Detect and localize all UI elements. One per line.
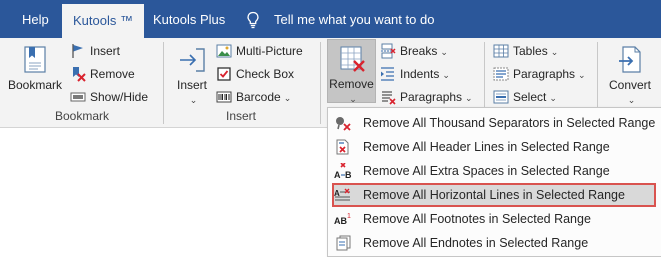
breaks-button[interactable]: Breaks ⌄ [380,41,480,61]
show-hide-bookmark-button[interactable]: Show/Hide [70,87,160,107]
ribbon-tab-bar: Help Kutools ™ Kutools Plus Tell me what… [0,0,661,38]
menu-item-remove-horizontal-lines[interactable]: A Remove All Horizontal Lines in Selecte… [332,183,656,207]
svg-text:A: A [334,170,341,179]
menu-item-remove-footnotes[interactable]: AB 1 Remove All Footnotes in Selected Ra… [328,207,661,231]
select-paragraphs-icon [493,67,509,81]
tell-me-search[interactable]: Tell me what you want to do [274,0,434,38]
tab-kutools[interactable]: Kutools ™ [62,4,144,38]
chevron-down-icon: ⌄ [283,93,292,103]
picture-icon [216,44,232,58]
lightbulb-icon [247,11,259,29]
horizontal-lines-icon: A [334,188,350,201]
flag-icon [72,44,83,58]
chevron-down-icon: ⌄ [578,70,586,80]
menu-item-remove-endnotes[interactable]: Remove All Endnotes in Selected Range [328,231,661,255]
chevron-down-icon: ⌄ [550,47,559,57]
group-separator [320,42,321,124]
bookmark-icon [24,46,46,73]
group-separator [163,42,164,124]
multi-picture-button[interactable]: Multi-Picture [216,41,316,61]
chevron-down-icon: ⌄ [465,93,473,103]
endnote-icon [336,235,351,251]
breaks-icon [381,43,396,59]
select-button[interactable]: Select ⌄ [493,87,593,107]
check-box-button[interactable]: Check Box [216,64,316,84]
select-icon [493,90,509,104]
insert-arrow-icon [180,48,205,72]
chevron-down-icon: ⌄ [440,47,448,57]
remove-dropdown-button[interactable]: Remove ⌄ [327,39,376,104]
chevron-down-icon: ⌄ [189,95,198,105]
footnote-icon: AB 1 [334,213,351,226]
convert-button[interactable]: Convert ⌄ [604,41,656,105]
bookmark-label: Bookmark [7,78,63,92]
chevron-down-icon: ⌄ [549,93,557,103]
indents-button[interactable]: Indents ⌄ [380,64,480,84]
paragraphs-remove-button[interactable]: Paragraphs ⌄ [380,87,480,107]
thousand-separator-icon [336,117,351,131]
barcode-button[interactable]: Barcode ⌄ [216,87,316,107]
header-lines-icon [336,139,349,155]
group-label-insert: Insert [225,109,256,123]
insert-button[interactable]: Insert ⌄ [171,41,213,105]
group-label-bookmark: Bookmark [54,109,110,123]
remove-bookmark-icon [73,67,86,82]
extra-spaces-icon: A B [334,163,352,179]
select-paragraphs-button[interactable]: Paragraphs ⌄ [493,64,593,84]
insert-bookmark-button[interactable]: Insert [70,41,160,61]
remove-table-icon [340,46,365,72]
paragraphs-icon [382,91,396,105]
bookmark-button[interactable]: Bookmark [6,41,64,101]
select-tables-button[interactable]: Tables ⌄ [493,41,593,61]
checkbox-icon [217,67,231,81]
svg-text:B: B [345,170,352,179]
remove-dropdown-menu: Remove All Thousand Separators in Select… [327,107,661,257]
chevron-down-icon: ⌄ [627,95,636,105]
tab-kutools-plus[interactable]: Kutools Plus [153,0,225,38]
barcode-icon [216,91,232,103]
convert-icon [619,46,641,73]
show-hide-icon [70,92,86,102]
svg-text:1: 1 [347,213,351,220]
table-icon [493,44,509,58]
remove-bookmark-button[interactable]: Remove [70,64,160,84]
menu-item-remove-extra-spaces[interactable]: A B Remove All Extra Spaces in Selected … [328,159,661,183]
menu-item-remove-thousand-separators[interactable]: Remove All Thousand Separators in Select… [328,111,661,135]
menu-item-remove-header-lines[interactable]: Remove All Header Lines in Selected Rang… [328,135,661,159]
svg-text:AB: AB [334,216,347,226]
indents-icon [381,67,394,81]
chevron-down-icon: ⌄ [442,70,450,80]
chevron-down-icon: ⌄ [349,94,357,104]
tab-help[interactable]: Help [22,0,49,38]
